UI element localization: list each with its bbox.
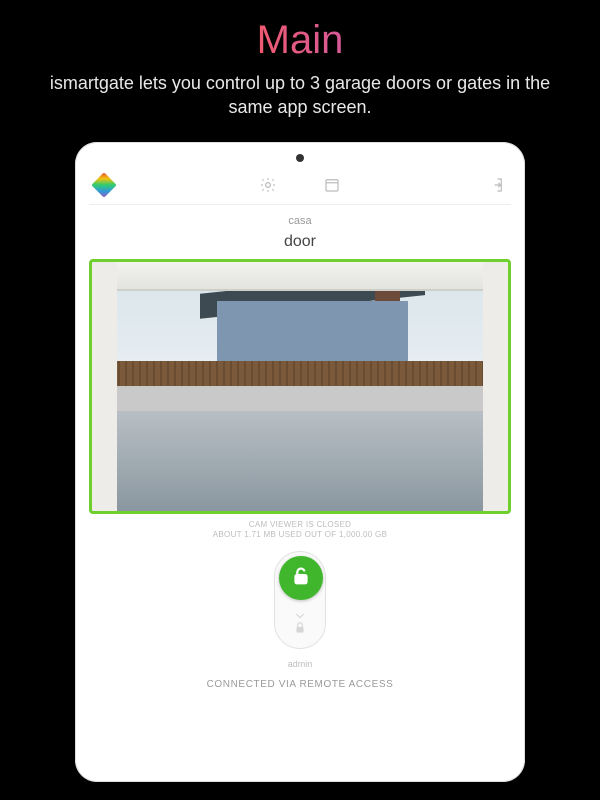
chevron-down-icon <box>295 613 305 619</box>
camera-status: CAM VIEWER IS CLOSED ABOUT 1.71 MB USED … <box>89 514 511 542</box>
door-name: door <box>89 229 511 259</box>
toggle-knob-unlocked <box>279 556 323 600</box>
cam-status-line1: CAM VIEWER IS CLOSED <box>89 520 511 531</box>
connection-status: CONNECTED VIA REMOTE ACCESS <box>89 669 511 690</box>
door-toggle[interactable] <box>274 551 326 649</box>
exit-icon[interactable] <box>487 176 505 194</box>
cam-status-line2: ABOUT 1.71 MB USED OUT OF 1,000.00 GB <box>89 530 511 541</box>
lock-icon <box>293 621 307 640</box>
calendar-icon[interactable] <box>323 176 341 194</box>
user-label: admin <box>89 655 511 669</box>
tablet-frame: casa door CAM VIEWER IS CLOSED ABOUT 1.7… <box>75 142 525 782</box>
toggle-locked-hint <box>275 613 325 640</box>
unlock-icon <box>290 565 312 592</box>
hero-title: Main <box>0 0 600 63</box>
camera-image <box>92 262 508 511</box>
app-toolbar <box>89 170 511 205</box>
app-logo-icon[interactable] <box>95 176 113 194</box>
location-label: casa <box>89 205 511 229</box>
hero-subtitle: ismartgate lets you control up to 3 gara… <box>0 63 600 142</box>
camera-viewer[interactable] <box>89 259 511 514</box>
tablet-camera-dot <box>296 154 304 162</box>
settings-icon[interactable] <box>259 176 277 194</box>
